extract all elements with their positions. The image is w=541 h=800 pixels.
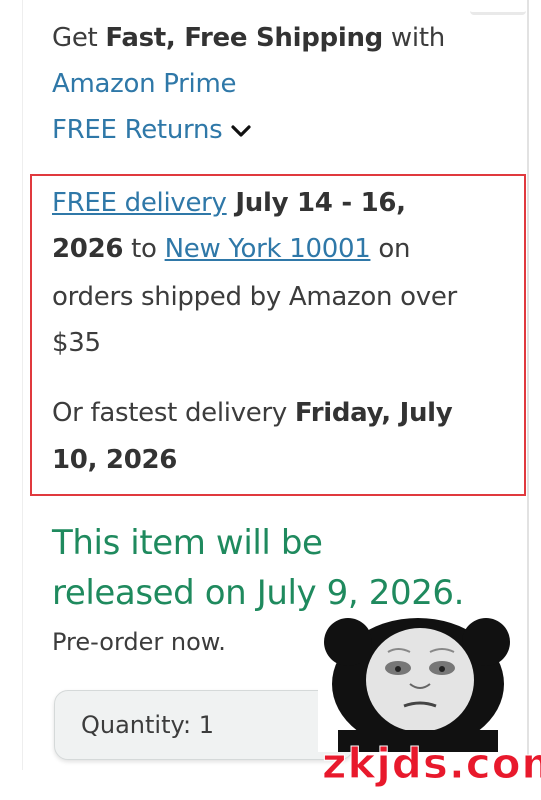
panda-meme-icon — [318, 612, 518, 752]
delivery-location-link[interactable]: New York 10001 — [165, 234, 371, 264]
panel-right-edge — [527, 0, 529, 770]
fastest-delivery-line-1: Or fastest delivery Friday, July — [52, 390, 453, 436]
delivery-date-year: 2026 — [52, 234, 124, 264]
shipping-get-text: Get — [52, 23, 106, 53]
fast-free-shipping-text: Fast, Free Shipping — [105, 23, 383, 53]
product-buybox-panel: Get Fast, Free Shipping with Amazon Prim… — [0, 0, 541, 800]
quantity-dropdown[interactable]: Quantity: 1 — [54, 690, 354, 760]
shipping-with-text: with — [382, 23, 445, 53]
release-notice-line-1: This item will be — [52, 523, 323, 563]
fastest-delivery-prefix: Or fastest delivery — [52, 398, 295, 428]
free-delivery-link[interactable]: FREE delivery — [52, 188, 227, 218]
delivery-to-text: to — [123, 234, 165, 264]
panel-left-edge — [22, 0, 23, 770]
amazon-prime-link[interactable]: Amazon Prime — [52, 61, 237, 107]
quantity-value: 1 — [198, 711, 214, 739]
delivery-condition-text: orders shipped by Amazon over — [52, 282, 457, 312]
delivery-line-2: 2026 to New York 10001 on — [52, 226, 411, 272]
top-card-edge — [470, 0, 526, 15]
release-notice-line-2: released on July 9, 2026. — [52, 573, 465, 613]
delivery-date-range: July 14 - 16, — [226, 188, 406, 218]
chevron-down-icon[interactable] — [230, 108, 252, 154]
site-watermark: zkjds.com — [321, 739, 541, 789]
fastest-delivery-date: Friday, July — [294, 398, 453, 428]
fastest-delivery-line-2: 10, 2026 — [52, 445, 178, 475]
shipping-line: Get Fast, Free Shipping with — [52, 15, 445, 61]
free-returns-label[interactable]: FREE Returns — [52, 115, 223, 145]
preorder-text: Pre-order now. — [52, 628, 226, 656]
free-returns-toggle[interactable]: FREE Returns — [52, 107, 252, 154]
delivery-line-1: FREE delivery July 14 - 16, — [52, 180, 406, 226]
quantity-label: Quantity: — [81, 711, 192, 739]
delivery-threshold-text: $35 — [52, 328, 101, 358]
delivery-on-text: on — [370, 234, 411, 264]
